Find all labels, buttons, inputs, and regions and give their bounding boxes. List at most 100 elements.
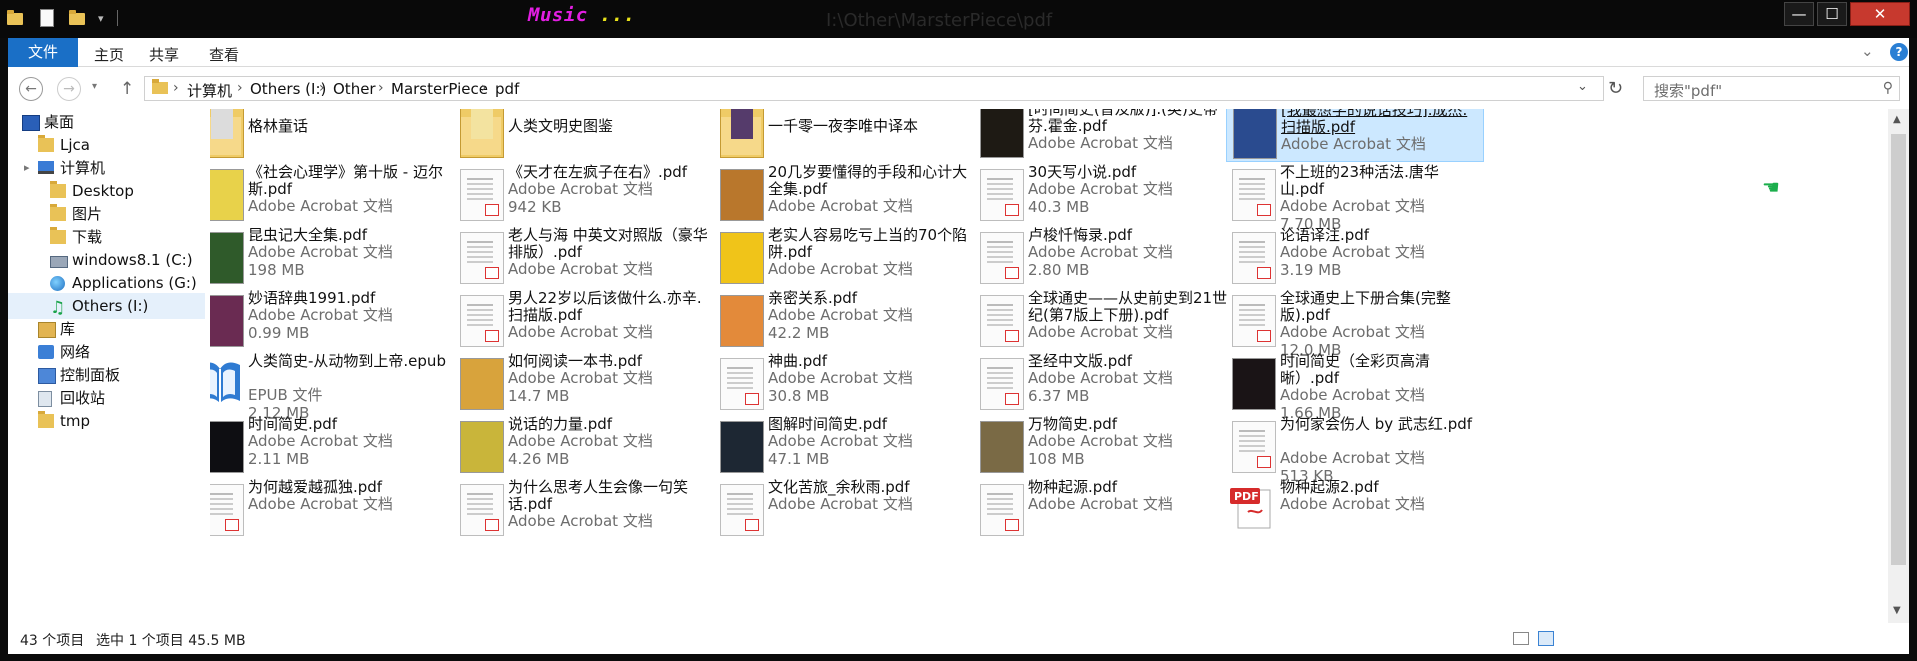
close-button[interactable]: ✕ (1850, 2, 1910, 26)
folder-thumbnail-icon (460, 109, 504, 158)
tab-home[interactable]: 主页 (94, 44, 124, 65)
file-type: Adobe Acrobat 文档 (1280, 495, 1425, 513)
ribbon: 文件 主页 共享 查看 ⌄ ? (8, 38, 1909, 67)
file-tile[interactable]: 《天才在左疯子在右》.pdf Adobe Acrobat 文档 942 KB (454, 162, 712, 225)
file-tile[interactable]: 一千零一夜李唯中译本 (714, 109, 972, 162)
file-tile[interactable]: 昆虫记大全集.pdf Adobe Acrobat 文档 198 MB (210, 225, 452, 288)
new-folder-icon[interactable] (66, 7, 88, 29)
scroll-up-icon[interactable]: ▲ (1893, 114, 1901, 125)
sidebar-item[interactable]: tmp (8, 408, 205, 434)
search-input[interactable]: 搜索"pdf" ⚲ (1643, 76, 1900, 101)
breadcrumb-drive[interactable]: Others (I:) (250, 80, 326, 98)
chevron-right-icon[interactable]: › (319, 80, 325, 96)
file-size: 108 MB (1028, 450, 1085, 468)
properties-icon[interactable] (36, 7, 58, 29)
file-tile[interactable]: 30天写小说.pdf Adobe Acrobat 文档 40.3 MB (974, 162, 1232, 225)
file-tile[interactable]: 老人与海 中英文对照版（豪华排版）.pdf Adobe Acrobat 文档 (454, 225, 712, 288)
file-tile[interactable]: 20几岁要懂得的手段和心计大全集.pdf Adobe Acrobat 文档 (714, 162, 972, 225)
file-tile[interactable]: 不上班的23种活法.唐华山.pdf Adobe Acrobat 文档 7.70 MB (1226, 162, 1484, 233)
file-name: 圣经中文版.pdf (1028, 353, 1133, 370)
file-tile[interactable]: 文化苦旅_余秋雨.pdf Adobe Acrobat 文档 (714, 477, 972, 540)
file-tile[interactable]: 论语译注.pdf Adobe Acrobat 文档 3.19 MB (1226, 225, 1484, 288)
file-tile[interactable]: 说话的力量.pdf Adobe Acrobat 文档 4.26 MB (454, 414, 712, 477)
file-tile[interactable]: 卢梭忏悔录.pdf Adobe Acrobat 文档 2.80 MB (974, 225, 1232, 288)
pdf-page-thumbnail (1232, 421, 1276, 473)
scroll-down-icon[interactable]: ▼ (1893, 605, 1901, 616)
file-tile[interactable]: 格林童话 (210, 109, 452, 162)
screen-edge (0, 654, 1917, 661)
file-name: 20几岁要懂得的手段和心计大全集.pdf (768, 164, 968, 198)
maximize-button[interactable]: ☐ (1817, 2, 1847, 26)
file-size: 0.99 MB (248, 324, 310, 342)
refresh-button[interactable]: ↻ (1608, 78, 1623, 99)
file-tile[interactable]: 为何越爱越孤独.pdf Adobe Acrobat 文档 (210, 477, 452, 540)
help-icon[interactable]: ? (1890, 43, 1908, 61)
file-tile[interactable]: 人类简史-从动物到上帝.epub EPUB 文件 2.12 MB (210, 351, 452, 422)
expand-ribbon-icon[interactable]: ⌄ (1861, 42, 1874, 60)
file-tab[interactable]: 文件 (8, 38, 78, 67)
minimize-button[interactable]: — (1784, 2, 1814, 26)
breadcrumb-masterpiece[interactable]: MarsterPiece (391, 80, 488, 98)
tab-view[interactable]: 查看 (209, 44, 239, 65)
file-tile[interactable]: 时间简史（全彩页高清晰）.pdf Adobe Acrobat 文档 1.66 MB (1226, 351, 1484, 422)
pdf-page-thumbnail (720, 484, 764, 536)
book-cover-thumbnail (980, 109, 1024, 158)
file-tile[interactable]: 男人22岁以后该做什么.亦辛.扫描版.pdf Adobe Acrobat 文档 (454, 288, 712, 351)
file-name: 格林童话 (248, 118, 309, 135)
scrollbar-thumb[interactable] (1891, 134, 1906, 565)
file-tile[interactable]: 物种起源.pdf Adobe Acrobat 文档 (974, 477, 1232, 540)
file-name: 物种起源2.pdf (1280, 479, 1379, 496)
file-tile[interactable]: 全球通史上下册合集(完整版).pdf Adobe Acrobat 文档 12.0 M… (1226, 288, 1484, 359)
tab-share[interactable]: 共享 (149, 44, 179, 65)
breadcrumb-pdf[interactable]: pdf (495, 80, 519, 98)
chevron-right-icon[interactable]: › (481, 80, 487, 96)
file-tile[interactable]: [时间简史(普及版)].(英)史蒂芬.霍金.pdf Adobe Acrobat 文… (974, 109, 1232, 162)
address-history-dropdown[interactable]: ⌄ (1577, 79, 1588, 94)
recent-locations-icon[interactable]: ▾ (92, 81, 97, 92)
file-tile[interactable]: 老实人容易吃亏上当的70个陷阱.pdf Adobe Acrobat 文档 (714, 225, 972, 288)
back-button[interactable]: ← (19, 77, 43, 101)
file-type: Adobe Acrobat 文档 (1028, 180, 1173, 198)
file-size: 14.7 MB (508, 387, 570, 405)
forward-button[interactable]: → (57, 77, 81, 101)
file-tile[interactable]: [我最想学的说话技巧].成杰.扫描版.pdf Adobe Acrobat 文档 (1226, 109, 1484, 162)
file-type: Adobe Acrobat 文档 (1028, 432, 1173, 450)
breadcrumb-computer[interactable]: 计算机 (187, 80, 232, 101)
book-cover-thumbnail (460, 358, 504, 410)
file-tile[interactable]: PDF 物种起源2.pdf Adobe Acrobat 文档 (1226, 477, 1484, 540)
file-tile[interactable]: 《社会心理学》第十版 - 迈尔斯.pdf Adobe Acrobat 文档 (210, 162, 452, 225)
up-button[interactable]: ↑ (120, 79, 134, 99)
address-bar[interactable]: › 计算机 › Others (I:) › Other › MarsterPie… (144, 76, 1604, 101)
book-cover-thumbnail (1232, 358, 1276, 410)
breadcrumb-other[interactable]: Other (333, 80, 376, 98)
folder-icon[interactable] (4, 7, 26, 29)
details-view-icon[interactable] (1513, 632, 1529, 645)
search-icon[interactable]: ⚲ (1883, 80, 1893, 96)
file-tile[interactable]: 图解时间简史.pdf Adobe Acrobat 文档 47.1 MB (714, 414, 972, 477)
chevron-right-icon[interactable]: › (237, 80, 243, 96)
file-name: 一千零一夜李唯中译本 (768, 118, 919, 135)
file-tile[interactable]: 亲密关系.pdf Adobe Acrobat 文档 42.2 MB (714, 288, 972, 351)
vertical-scrollbar[interactable]: ▲ ▼ (1888, 109, 1909, 623)
file-tile[interactable]: 时间简史.pdf Adobe Acrobat 文档 2.11 MB (210, 414, 452, 477)
chevron-right-icon[interactable]: › (173, 80, 179, 96)
customize-quick-access-button[interactable]: ▾ (98, 12, 104, 25)
file-type: Adobe Acrobat 文档 (768, 306, 913, 324)
file-tile[interactable]: 全球通史——从史前史到21世纪(第7版上下册).pdf Adobe Acrobat… (974, 288, 1232, 351)
file-tile[interactable]: 为什么思考人生会像一句笑话.pdf Adobe Acrobat 文档 (454, 477, 712, 540)
folder-preview (731, 109, 753, 139)
file-type: Adobe Acrobat 文档 (1028, 134, 1173, 152)
file-tile[interactable]: 妙语辞典1991.pdf Adobe Acrobat 文档 0.99 MB (210, 288, 452, 351)
file-tile[interactable]: 为何家会伤人 by 武志红.pdf Adobe Acrobat 文档 513 KB (1226, 414, 1484, 485)
book-cover-thumbnail (210, 232, 244, 284)
file-tile[interactable]: 神曲.pdf Adobe Acrobat 文档 30.8 MB (714, 351, 972, 414)
file-size: 2.11 MB (248, 450, 310, 468)
file-tile[interactable]: 人类文明史图鉴 (454, 109, 712, 162)
file-tile[interactable]: 圣经中文版.pdf Adobe Acrobat 文档 6.37 MB (974, 351, 1232, 414)
large-icons-view-icon[interactable] (1538, 631, 1554, 646)
file-name: 老实人容易吃亏上当的70个陷阱.pdf (768, 227, 968, 261)
chevron-right-icon[interactable]: › (378, 80, 384, 96)
file-tile[interactable]: 万物简史.pdf Adobe Acrobat 文档 108 MB (974, 414, 1232, 477)
navigation-bar: ← → ▾ ↑ › 计算机 › Others (I:) › Other › Ma… (8, 67, 1909, 109)
file-tile[interactable]: 如何阅读一本书.pdf Adobe Acrobat 文档 14.7 MB (454, 351, 712, 414)
